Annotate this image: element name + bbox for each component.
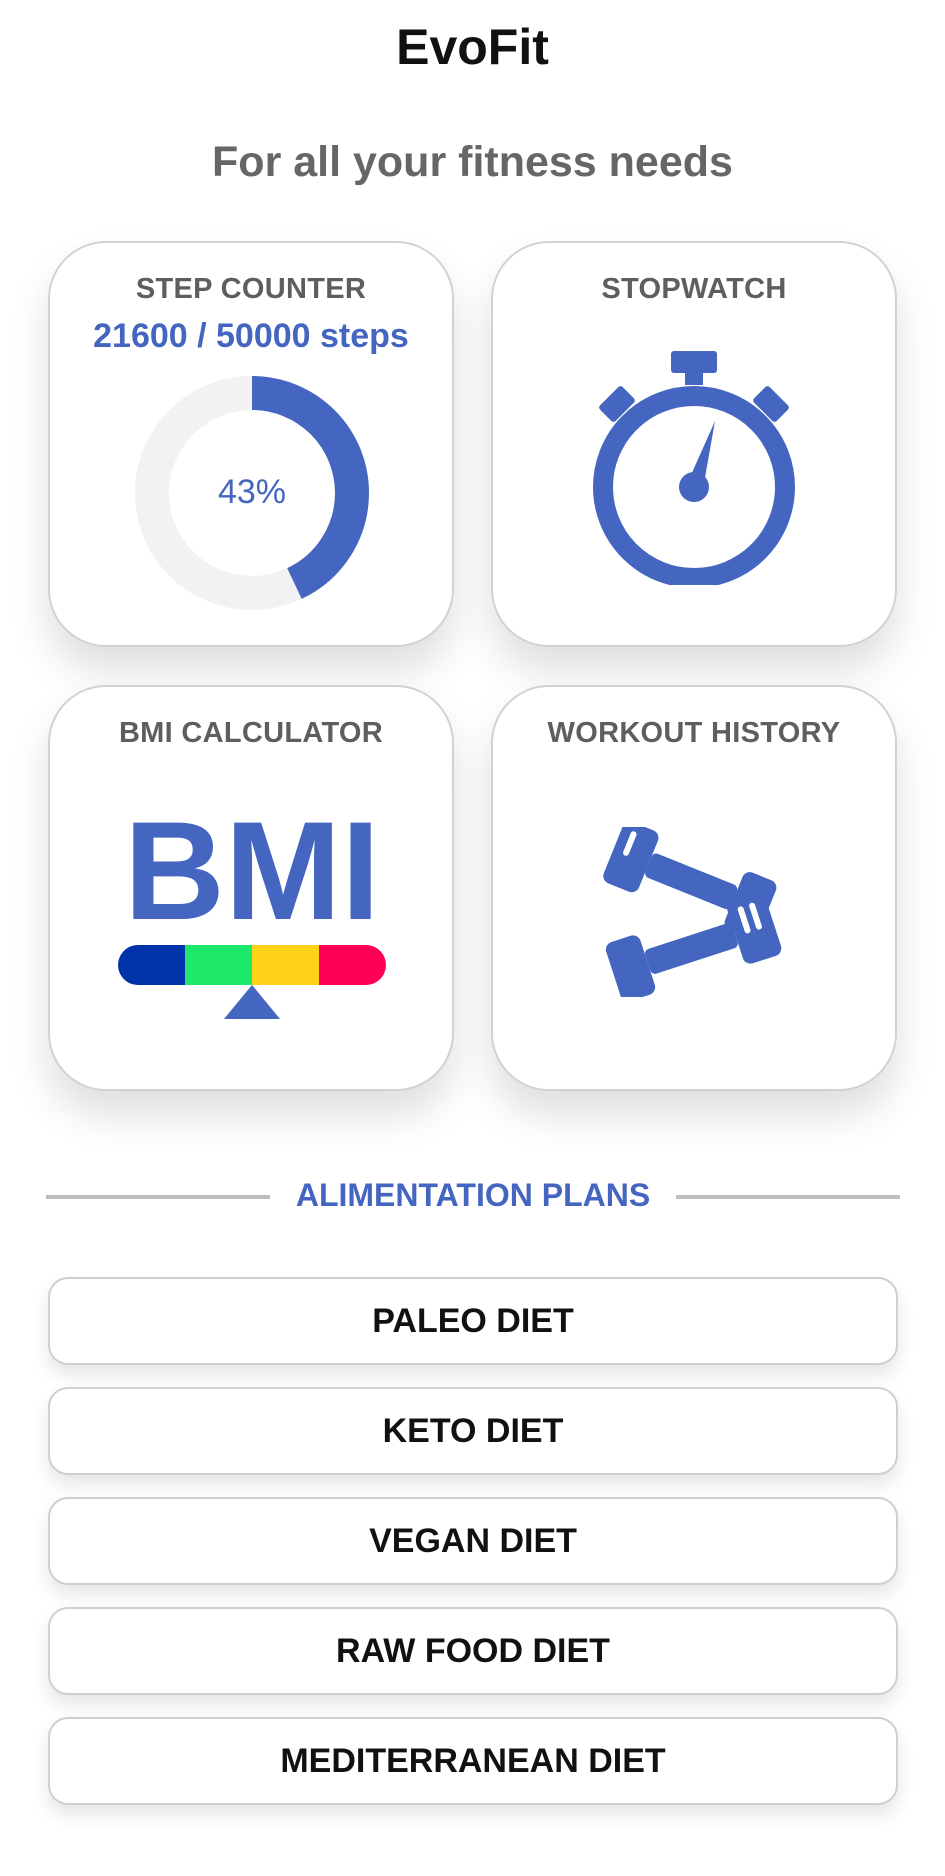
- workout-history-title: WORKOUT HISTORY: [547, 717, 841, 749]
- step-counter-title: STEP COUNTER: [135, 273, 367, 305]
- stopwatch-card[interactable]: STOPWATCH: [491, 241, 897, 647]
- section-divider-right: [676, 1195, 900, 1199]
- dumbbells-icon: [603, 827, 782, 997]
- workout-history-card[interactable]: WORKOUT HISTORY: [491, 685, 897, 1091]
- bmi-color-scale: [118, 945, 386, 985]
- paleo-diet-button[interactable]: PALEO DIET: [48, 1277, 898, 1365]
- bmi-scale-segment: [185, 945, 253, 985]
- app-subtitle: For all your fitness needs: [212, 138, 733, 186]
- progress-percent-label: 43%: [217, 473, 287, 511]
- bmi-scale-segment: [319, 945, 386, 985]
- alimentation-plans-header: ALIMENTATION PLANS: [46, 1177, 900, 1217]
- raw-food-diet-button[interactable]: RAW FOOD DIET: [48, 1607, 898, 1695]
- steps-progress-text: 21600 / 50000 steps: [93, 317, 409, 355]
- bmi-calculator-title: BMI CALCULATOR: [118, 717, 384, 749]
- keto-diet-button[interactable]: KETO DIET: [48, 1387, 898, 1475]
- bmi-calculator-card[interactable]: BMI CALCULATOR BMI: [48, 685, 454, 1091]
- stopwatch-icon: [593, 351, 795, 585]
- bmi-scale-segment: [118, 945, 186, 985]
- bmi-scale-icon: BMI: [118, 809, 386, 1019]
- app-title: EvoFit: [396, 19, 549, 75]
- mediterranean-diet-button[interactable]: MEDITERRANEAN DIET: [48, 1717, 898, 1805]
- bmi-logo-text: BMI: [124, 809, 380, 949]
- bmi-scale-segment: [252, 945, 320, 985]
- vegan-diet-button[interactable]: VEGAN DIET: [48, 1497, 898, 1585]
- stopwatch-title: STOPWATCH: [601, 273, 787, 305]
- step-counter-card[interactable]: STEP COUNTER 21600 / 50000 steps 43%: [48, 241, 454, 647]
